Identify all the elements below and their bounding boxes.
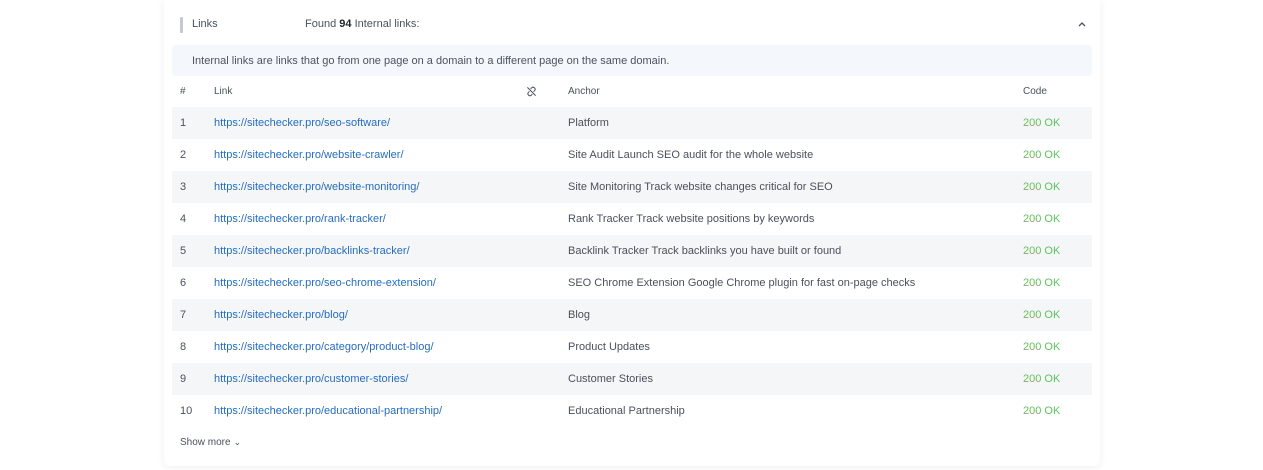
found-suffix: Internal links: <box>354 18 420 30</box>
table-row: 9 https://sitechecker.pro/customer-stori… <box>172 363 1092 395</box>
anchor-text: Backlink Tracker Track backlinks you hav… <box>568 245 842 257</box>
header-accent-bar <box>180 17 183 33</box>
status-code: 200 OK <box>1023 373 1061 385</box>
found-count: 94 <box>339 18 352 30</box>
collapse-button[interactable] <box>1074 14 1090 34</box>
row-number: 1 <box>180 117 187 129</box>
anchor-text: Blog <box>568 309 591 321</box>
status-code: 200 OK <box>1023 309 1061 321</box>
link-url[interactable]: https://sitechecker.pro/blog/ <box>214 309 348 321</box>
link-url[interactable]: https://sitechecker.pro/educational-part… <box>214 405 442 417</box>
anchor-text: Customer Stories <box>568 373 653 385</box>
panel-header: Links Found 94 Internal links: <box>164 0 1100 48</box>
row-number: 3 <box>180 181 187 193</box>
row-number: 10 <box>180 405 193 417</box>
link-url[interactable]: https://sitechecker.pro/website-crawler/ <box>214 149 404 161</box>
status-code: 200 OK <box>1023 277 1061 289</box>
anchor-text: Rank Tracker Track website positions by … <box>568 213 815 225</box>
column-code: Code <box>1023 86 1047 97</box>
link-url[interactable]: https://sitechecker.pro/seo-chrome-exten… <box>214 277 436 289</box>
anchor-text: Platform <box>568 117 609 129</box>
table-header: # Link Anchor Code <box>172 81 1092 103</box>
anchor-text: Educational Partnership <box>568 405 685 417</box>
table-row: 7 https://sitechecker.pro/blog/ Blog 200… <box>172 299 1092 331</box>
links-panel: Links Found 94 Internal links: Internal … <box>164 0 1100 466</box>
column-anchor: Anchor <box>568 86 600 97</box>
status-code: 200 OK <box>1023 213 1061 225</box>
found-prefix: Found <box>305 18 337 30</box>
row-number: 8 <box>180 341 187 353</box>
column-num: # <box>180 86 186 97</box>
status-code: 200 OK <box>1023 181 1061 193</box>
table-row: 8 https://sitechecker.pro/category/produ… <box>172 331 1092 363</box>
status-code: 200 OK <box>1023 405 1061 417</box>
table-row: 2 https://sitechecker.pro/website-crawle… <box>172 139 1092 171</box>
panel-title: Links <box>192 18 218 30</box>
status-code: 200 OK <box>1023 245 1061 257</box>
link-url[interactable]: https://sitechecker.pro/seo-software/ <box>214 117 390 129</box>
row-number: 5 <box>180 245 187 257</box>
table-row: 1 https://sitechecker.pro/seo-software/ … <box>172 107 1092 139</box>
row-number: 4 <box>180 213 187 225</box>
unlink-icon <box>526 86 537 100</box>
info-note: Internal links are links that go from on… <box>172 45 1092 76</box>
link-url[interactable]: https://sitechecker.pro/rank-tracker/ <box>214 213 386 225</box>
chevron-down-icon: ⌄ <box>233 437 242 447</box>
table-row: 6 https://sitechecker.pro/seo-chrome-ext… <box>172 267 1092 299</box>
links-table-body: 1 https://sitechecker.pro/seo-software/ … <box>172 107 1092 427</box>
link-url[interactable]: https://sitechecker.pro/backlinks-tracke… <box>214 245 410 257</box>
table-row: 3 https://sitechecker.pro/website-monito… <box>172 171 1092 203</box>
status-code: 200 OK <box>1023 341 1061 353</box>
row-number: 6 <box>180 277 187 289</box>
anchor-text: SEO Chrome Extension Google Chrome plugi… <box>568 277 916 289</box>
column-link: Link <box>214 86 233 97</box>
show-more-button[interactable]: Show more ⌄ <box>180 437 241 448</box>
anchor-text: Site Audit Launch SEO audit for the whol… <box>568 149 814 161</box>
status-code: 200 OK <box>1023 149 1061 161</box>
link-url[interactable]: https://sitechecker.pro/category/product… <box>214 341 434 353</box>
chevron-up-icon <box>1078 22 1086 27</box>
row-number: 9 <box>180 373 187 385</box>
table-row: 4 https://sitechecker.pro/rank-tracker/ … <box>172 203 1092 235</box>
link-url[interactable]: https://sitechecker.pro/customer-stories… <box>214 373 408 385</box>
table-row: 5 https://sitechecker.pro/backlinks-trac… <box>172 235 1092 267</box>
show-more-label: Show more <box>180 437 231 448</box>
row-number: 2 <box>180 149 187 161</box>
found-summary: Found 94 Internal links: <box>305 18 419 30</box>
table-row: 10 https://sitechecker.pro/educational-p… <box>172 395 1092 427</box>
status-code: 200 OK <box>1023 117 1061 129</box>
anchor-text: Product Updates <box>568 341 650 353</box>
row-number: 7 <box>180 309 187 321</box>
link-url[interactable]: https://sitechecker.pro/website-monitori… <box>214 181 419 193</box>
anchor-text: Site Monitoring Track website changes cr… <box>568 181 833 193</box>
